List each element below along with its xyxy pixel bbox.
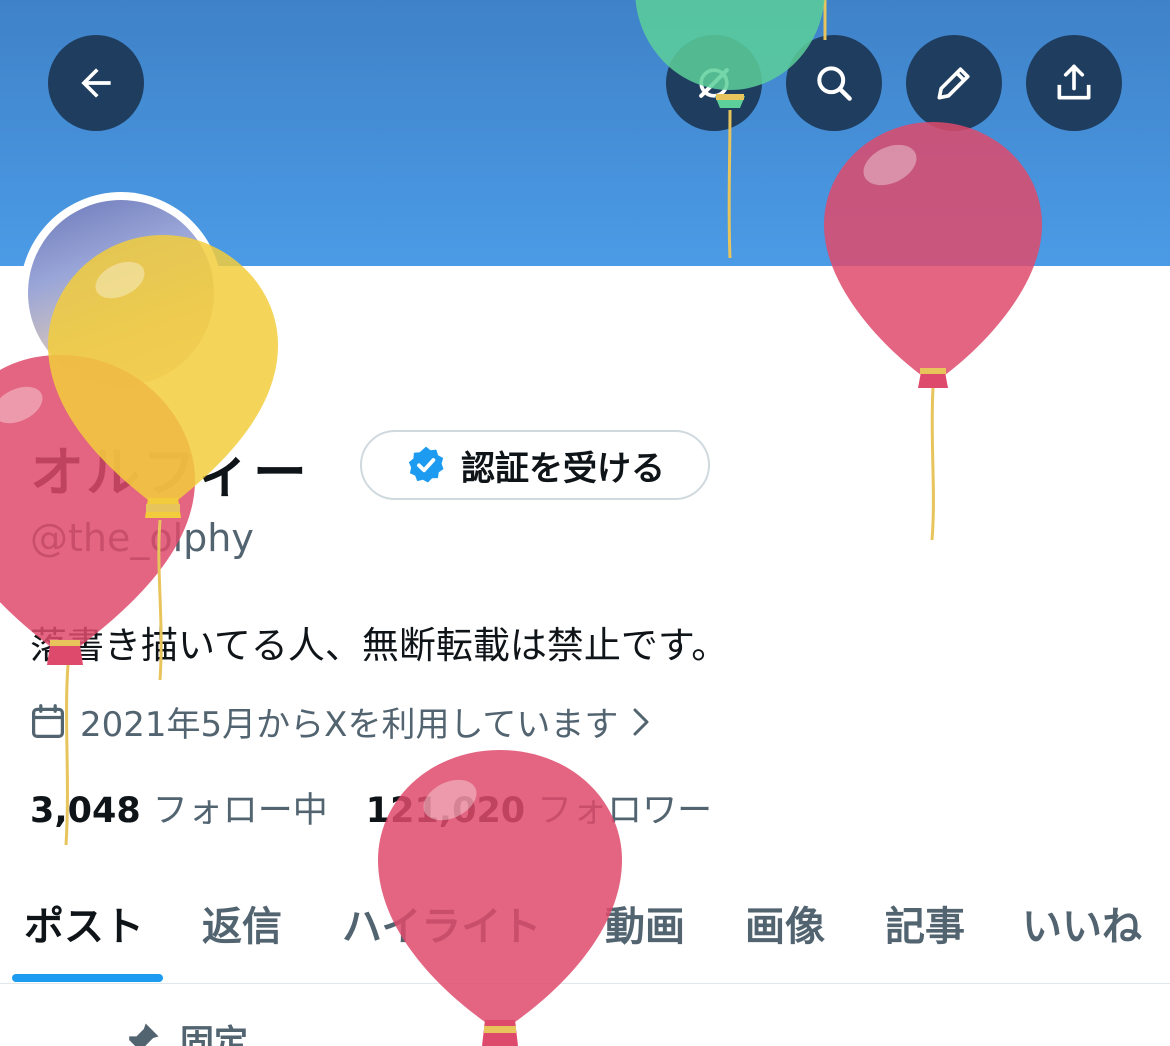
follow-stats: 3,048 フォロー中 121,020 フォロワー bbox=[30, 782, 712, 833]
search-button[interactable] bbox=[786, 35, 882, 131]
pinned-label: 固定 bbox=[180, 1023, 248, 1046]
share-icon bbox=[1057, 64, 1091, 100]
pencil-icon bbox=[937, 67, 970, 100]
tab-likes[interactable]: いいね bbox=[1022, 894, 1142, 952]
tab-articles[interactable]: 記事 bbox=[885, 894, 965, 952]
tab-replies[interactable]: 返信 bbox=[202, 894, 282, 952]
pin-icon bbox=[129, 1023, 159, 1046]
avatar[interactable] bbox=[20, 192, 222, 394]
arrow-left-icon bbox=[81, 68, 111, 98]
followers-link[interactable]: 121,020 フォロワー bbox=[366, 782, 712, 833]
share-button[interactable] bbox=[1026, 35, 1122, 131]
handle: @the_olphy bbox=[30, 516, 254, 560]
avatar-image bbox=[28, 200, 214, 386]
bio: 落書き描いてる人、無断転載は禁止です。 bbox=[30, 624, 729, 667]
following-link[interactable]: 3,048 フォロー中 bbox=[30, 782, 328, 833]
following-label: フォロー中 bbox=[152, 791, 328, 831]
tab-highlights[interactable]: ハイライト bbox=[342, 894, 541, 952]
pinned-indicator: 固定 bbox=[120, 1015, 248, 1046]
edit-button[interactable] bbox=[906, 35, 1002, 131]
active-tab-indicator bbox=[12, 974, 163, 982]
joined-date-text: 2021年5月からXを利用しています bbox=[80, 705, 619, 745]
grok-button[interactable] bbox=[666, 35, 762, 131]
back-button[interactable] bbox=[48, 35, 144, 131]
verified-badge-icon bbox=[408, 446, 444, 483]
display-name: オルフィー bbox=[30, 441, 309, 504]
joined-date-row[interactable]: 2021年5月からXを利用しています bbox=[30, 697, 650, 746]
calendar-icon bbox=[31, 703, 65, 738]
get-verified-button[interactable]: 認証を受ける bbox=[360, 430, 710, 500]
search-icon bbox=[817, 66, 852, 101]
tab-videos[interactable]: 動画 bbox=[605, 894, 685, 952]
followers-label: フォロワー bbox=[537, 791, 713, 831]
followers-count: 121,020 bbox=[365, 791, 526, 831]
following-count: 3,048 bbox=[30, 791, 141, 831]
chevron-right-icon bbox=[633, 708, 649, 735]
grok-icon bbox=[699, 68, 729, 98]
profile-tabs: ポスト 返信 ハイライト 動画 画像 記事 いいね bbox=[0, 880, 1170, 984]
tab-posts[interactable]: ポスト bbox=[24, 894, 144, 952]
tab-media[interactable]: 画像 bbox=[745, 894, 825, 952]
get-verified-label: 認証を受ける bbox=[461, 448, 665, 489]
